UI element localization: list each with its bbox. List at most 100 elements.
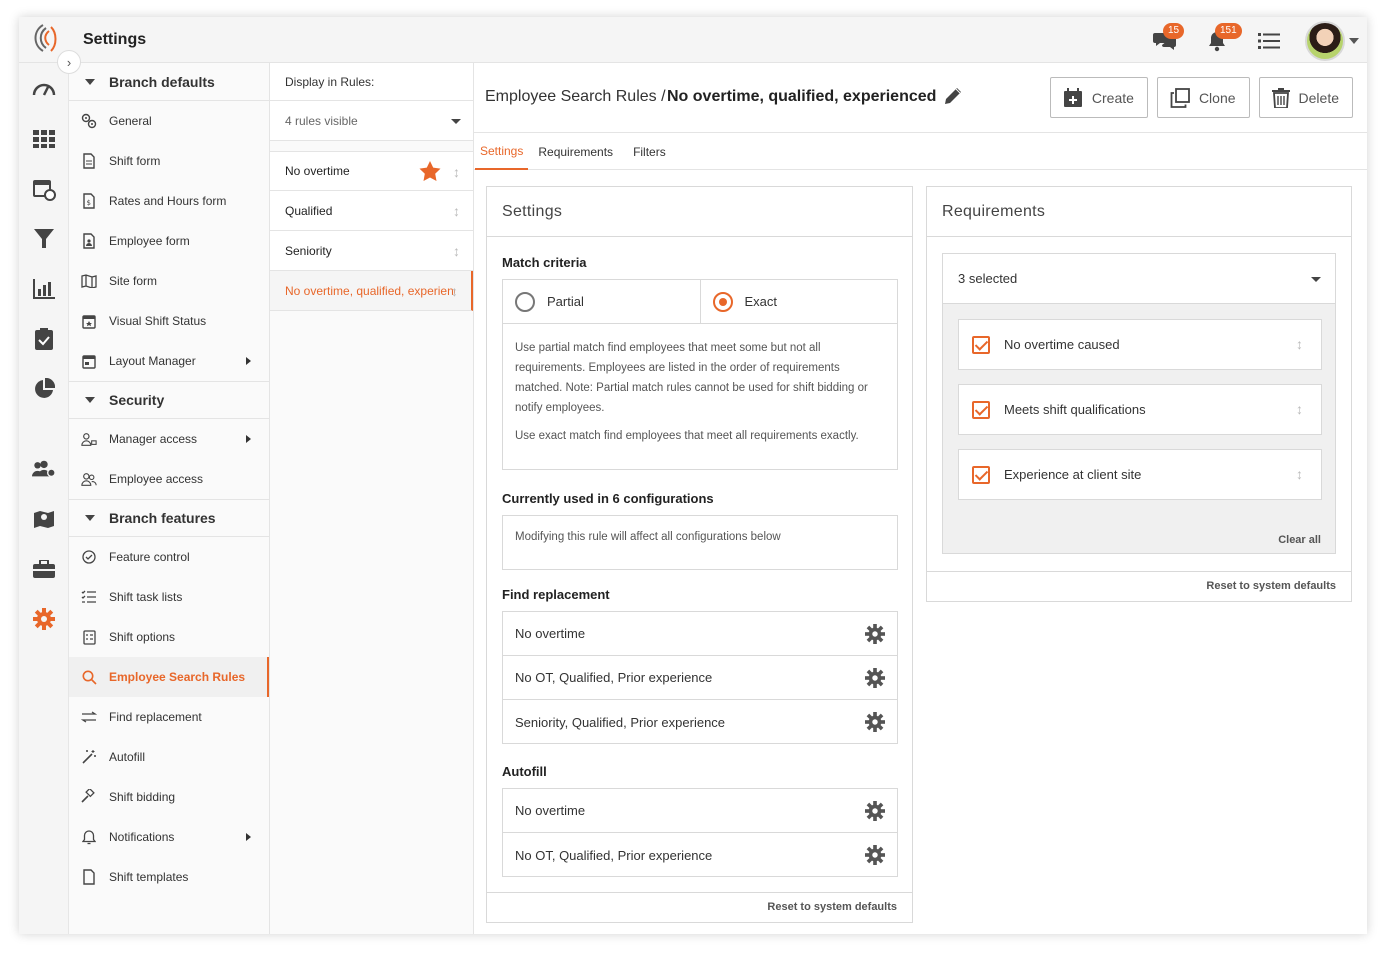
rule-item-selected[interactable]: No overtime, qualified, experienced ↕	[270, 271, 473, 311]
tab-requirements[interactable]: Requirements	[528, 133, 623, 170]
requirements-list: No overtime caused ↕ Meets shift qualific…	[942, 304, 1336, 554]
checkbox-checked[interactable]	[972, 335, 990, 354]
nav-item-find-replacement[interactable]: Find replacement	[69, 697, 269, 737]
gear-icon[interactable]	[865, 845, 885, 868]
rule-item[interactable]: No overtime ↕	[270, 151, 473, 191]
rule-item[interactable]: Seniority ↕	[270, 231, 473, 271]
tab-filters[interactable]: Filters	[623, 133, 676, 170]
drag-handle-icon[interactable]: ↕	[453, 243, 461, 259]
delete-button[interactable]: Delete	[1258, 77, 1353, 118]
file-icon	[81, 869, 97, 885]
nav-item-manager-access[interactable]: Manager access	[69, 419, 269, 459]
clone-button[interactable]: Clone	[1156, 77, 1250, 118]
drag-handle-icon[interactable]: ↕	[1296, 336, 1303, 352]
config-row[interactable]: No overtime	[503, 612, 897, 656]
nav-item-shift-task-lists[interactable]: Shift task lists	[69, 577, 269, 617]
pencil-icon[interactable]	[942, 85, 964, 112]
clipboard-check-icon[interactable]	[32, 327, 56, 351]
rules-visibility-select[interactable]: 4 rules visible	[270, 101, 473, 141]
nav-item-visual-shift-status[interactable]: Visual Shift Status	[69, 301, 269, 341]
top-icons: 15 151	[1149, 21, 1359, 61]
nav-item-feature-control[interactable]: Feature control	[69, 537, 269, 577]
calendar-plus-icon	[1063, 87, 1082, 107]
requirement-item[interactable]: No overtime caused ↕	[958, 319, 1322, 370]
gear-icon[interactable]	[865, 801, 885, 824]
create-button[interactable]: Create	[1049, 77, 1148, 118]
dashboard-icon[interactable]	[32, 77, 56, 101]
requirement-item[interactable]: Meets shift qualifications ↕	[958, 384, 1322, 435]
config-row[interactable]: No OT, Qualified, Prior experience	[503, 833, 897, 877]
grid-icon[interactable]	[32, 127, 56, 151]
user-menu[interactable]	[1305, 21, 1359, 61]
nav-item-layout-manager[interactable]: Layout Manager	[69, 341, 269, 381]
radio-exact-circle[interactable]	[712, 291, 733, 312]
tab-settings[interactable]: Settings	[475, 133, 529, 170]
nav-item-notifications[interactable]: Notifications	[69, 817, 269, 857]
rule-title: No overtime, qualified, experienced	[667, 88, 937, 105]
config-row[interactable]: No OT, Qualified, Prior experience	[503, 656, 897, 700]
nav-item-employee-access[interactable]: Employee access	[69, 459, 269, 499]
map-location-icon[interactable]	[32, 507, 56, 531]
match-criteria-heading: Match criteria	[502, 255, 587, 270]
nav-item-shift-options[interactable]: Shift options	[69, 617, 269, 657]
drag-handle-icon[interactable]: ↕	[1296, 466, 1303, 482]
nav-item-rates-hours-form[interactable]: $ Rates and Hours form	[69, 181, 269, 221]
checkbox-checked[interactable]	[972, 400, 990, 419]
nav-section-branch-defaults[interactable]: Branch defaults	[69, 63, 269, 101]
gear-icon[interactable]	[865, 624, 885, 647]
radio-partial-circle[interactable]	[515, 291, 535, 312]
config-row[interactable]: Seniority, Qualified, Prior experience	[503, 700, 897, 744]
pie-chart-icon[interactable]	[32, 377, 56, 401]
used-in-heading: Currently used in 6 configurations	[502, 491, 714, 506]
gavel-icon	[81, 789, 97, 805]
requirement-item[interactable]: Experience at client site ↕	[958, 449, 1322, 500]
user-key-icon	[81, 431, 97, 447]
clear-all-link[interactable]: Clear all	[1278, 534, 1321, 546]
nav-section-security[interactable]: Security	[69, 381, 269, 419]
collapse-sidebar-button[interactable]: ›	[57, 50, 81, 74]
list-menu-button[interactable]	[1253, 25, 1285, 57]
nav-item-autofill[interactable]: Autofill	[69, 737, 269, 777]
requirements-panel-title: Requirements	[927, 187, 1351, 237]
gear-icon[interactable]	[32, 607, 56, 631]
nav-item-employee-search-rules[interactable]: Employee Search Rules	[69, 657, 269, 697]
config-row[interactable]: No overtime	[503, 789, 897, 833]
requirements-select[interactable]: 3 selected	[942, 253, 1336, 304]
breadcrumb[interactable]: Employee Search Rules /	[485, 88, 666, 106]
drag-handle-icon[interactable]: ↕	[453, 164, 461, 180]
nav-item-shift-templates[interactable]: Shift templates	[69, 857, 269, 897]
radio-partial[interactable]: Partial	[503, 280, 700, 323]
requirements-panel: Requirements 3 selected No overtime caus…	[926, 186, 1352, 602]
drag-handle-icon[interactable]: ↕	[453, 203, 461, 219]
nav-item-general[interactable]: General	[69, 101, 269, 141]
nav-item-shift-form[interactable]: Shift form	[69, 141, 269, 181]
nav-item-employee-form[interactable]: Employee form	[69, 221, 269, 261]
reset-defaults-link[interactable]: Reset to system defaults	[1206, 580, 1336, 592]
radio-exact[interactable]: Exact	[699, 280, 898, 323]
checkbox-checked[interactable]	[972, 465, 990, 484]
nav-item-shift-bidding[interactable]: Shift bidding	[69, 777, 269, 817]
drag-handle-icon[interactable]: ↕	[451, 283, 459, 299]
calendar-icon	[81, 353, 97, 369]
divider	[927, 571, 1351, 572]
star-icon[interactable]	[419, 161, 441, 185]
calendar-clock-icon[interactable]	[32, 177, 56, 201]
caret-down-icon	[85, 78, 95, 85]
nav-section-branch-features[interactable]: Branch features	[69, 499, 269, 537]
rule-item[interactable]: Qualified ↕	[270, 191, 473, 231]
gear-icon[interactable]	[865, 668, 885, 691]
chat-button[interactable]: 15	[1149, 23, 1185, 57]
drag-handle-icon[interactable]: ↕	[1296, 401, 1303, 417]
search-icon	[81, 669, 97, 685]
dropdown-arrow-icon	[451, 119, 461, 124]
avatar[interactable]	[1305, 21, 1345, 61]
notifications-button[interactable]: 151	[1201, 23, 1242, 57]
reset-defaults-link[interactable]: Reset to system defaults	[767, 901, 897, 913]
used-in-note: Modifying this rule will affect all conf…	[515, 531, 781, 543]
team-settings-icon[interactable]	[32, 457, 56, 481]
chart-icon[interactable]	[32, 277, 56, 301]
gear-icon[interactable]	[865, 712, 885, 735]
nav-item-site-form[interactable]: Site form	[69, 261, 269, 301]
filter-icon[interactable]	[32, 227, 56, 251]
briefcase-icon[interactable]	[32, 557, 56, 581]
